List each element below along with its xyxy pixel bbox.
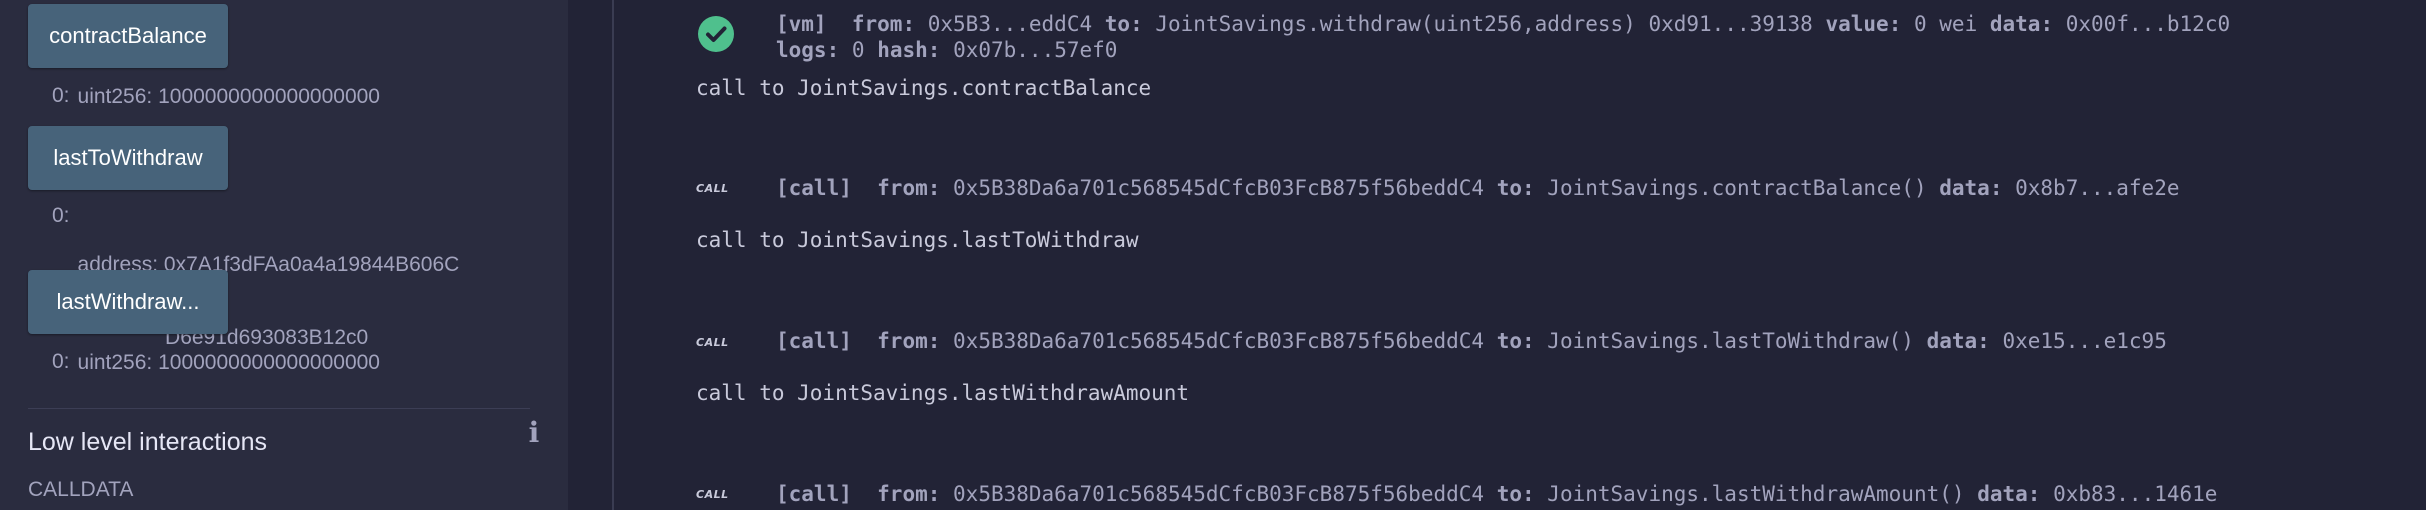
value-value: 0 wei bbox=[1914, 12, 1978, 36]
data-label: data: bbox=[1939, 176, 2003, 200]
vm-tx-line-1[interactable]: [vm] from: 0x5B3...eddC4 to: JointSaving… bbox=[776, 12, 2230, 36]
from-label: from: bbox=[877, 482, 941, 506]
call-badge: CALL bbox=[696, 336, 729, 349]
from-value: 0x5B3...eddC4 bbox=[927, 12, 1093, 36]
last-to-withdraw-button[interactable]: lastToWithdraw bbox=[28, 126, 228, 190]
deployed-contract-panel: contractBalance 0: uint256: 100000000000… bbox=[0, 0, 568, 510]
info-icon[interactable]: i bbox=[524, 418, 544, 448]
contract-balance-output: 0: uint256: 1000000000000000000 bbox=[52, 84, 380, 109]
data-value: 0x00f...b12c0 bbox=[2065, 12, 2231, 36]
to-value: JointSavings.lastWithdrawAmount() bbox=[1547, 482, 1965, 506]
data-value: 0xb83...1461e bbox=[2053, 482, 2218, 506]
output-value: uint256: 1000000000000000000 bbox=[77, 351, 380, 374]
call-heading: call to JointSavings.lastWithdrawAmount bbox=[696, 381, 1190, 405]
last-withdraw-amount-button[interactable]: lastWithdraw... bbox=[28, 270, 228, 334]
tx-tag: [call] bbox=[776, 482, 852, 506]
calldata-label: CALLDATA bbox=[28, 478, 134, 501]
hash-value: 0x07b...57ef0 bbox=[953, 38, 1118, 62]
output-index: 0: bbox=[52, 350, 70, 373]
from-label: from: bbox=[877, 329, 941, 353]
last-withdraw-amount-output: 0: uint256: 1000000000000000000 bbox=[52, 350, 380, 375]
logs-value: 0 bbox=[851, 38, 865, 62]
from-label: from: bbox=[851, 12, 916, 36]
scroll-gutter bbox=[568, 0, 612, 510]
to-value: JointSavings.withdraw(uint256,address) 0… bbox=[1155, 12, 1813, 36]
output-value: uint256: 1000000000000000000 bbox=[77, 85, 380, 108]
to-value: JointSavings.lastToWithdraw() bbox=[1547, 329, 1914, 353]
data-value: 0xe15...e1c95 bbox=[2002, 329, 2167, 353]
tx-tag: [call] bbox=[776, 329, 852, 353]
output-index: 0: bbox=[52, 84, 70, 107]
logs-label: logs: bbox=[776, 38, 840, 62]
value-label: value: bbox=[1825, 12, 1902, 36]
section-divider bbox=[28, 408, 530, 409]
success-check-icon bbox=[698, 16, 734, 52]
low-level-interactions-title: Low level interactions bbox=[28, 428, 268, 456]
call-tx-line[interactable]: [call] from: 0x5B38Da6a701c568545dCfcB03… bbox=[776, 176, 2180, 200]
terminal-panel: [vm] from: 0x5B3...eddC4 to: JointSaving… bbox=[614, 0, 2426, 510]
data-label: data: bbox=[1926, 329, 1990, 353]
from-value: 0x5B38Da6a701c568545dCfcB03FcB875f56bedd… bbox=[953, 329, 1485, 353]
call-tx-line[interactable]: [call] from: 0x5B38Da6a701c568545dCfcB03… bbox=[776, 329, 2167, 353]
from-label: from: bbox=[877, 176, 941, 200]
call-badge: CALL bbox=[696, 488, 729, 501]
contract-balance-button[interactable]: contractBalance bbox=[28, 4, 228, 68]
tx-tag: [vm] bbox=[776, 12, 827, 36]
from-value: 0x5B38Da6a701c568545dCfcB03FcB875f56bedd… bbox=[953, 176, 1485, 200]
call-tx-line[interactable]: [call] from: 0x5B38Da6a701c568545dCfcB03… bbox=[776, 482, 2217, 506]
tx-tag: [call] bbox=[776, 176, 852, 200]
data-label: data: bbox=[1977, 482, 2041, 506]
to-label: to: bbox=[1496, 176, 1535, 200]
vm-tx-line-2: logs: 0 hash: 0x07b...57ef0 bbox=[776, 38, 1117, 62]
from-value: 0x5B38Da6a701c568545dCfcB03FcB875f56bedd… bbox=[953, 482, 1485, 506]
hash-label: hash: bbox=[877, 38, 941, 62]
to-value: JointSavings.contractBalance() bbox=[1547, 176, 1927, 200]
call-badge: CALL bbox=[696, 182, 729, 195]
data-value: 0x8b7...afe2e bbox=[2015, 176, 2180, 200]
data-label: data: bbox=[1989, 12, 2054, 36]
to-label: to: bbox=[1104, 12, 1143, 36]
to-label: to: bbox=[1496, 329, 1535, 353]
call-heading: call to JointSavings.lastToWithdraw bbox=[696, 228, 1139, 252]
call-heading: call to JointSavings.contractBalance bbox=[696, 76, 1152, 100]
to-label: to: bbox=[1496, 482, 1535, 506]
